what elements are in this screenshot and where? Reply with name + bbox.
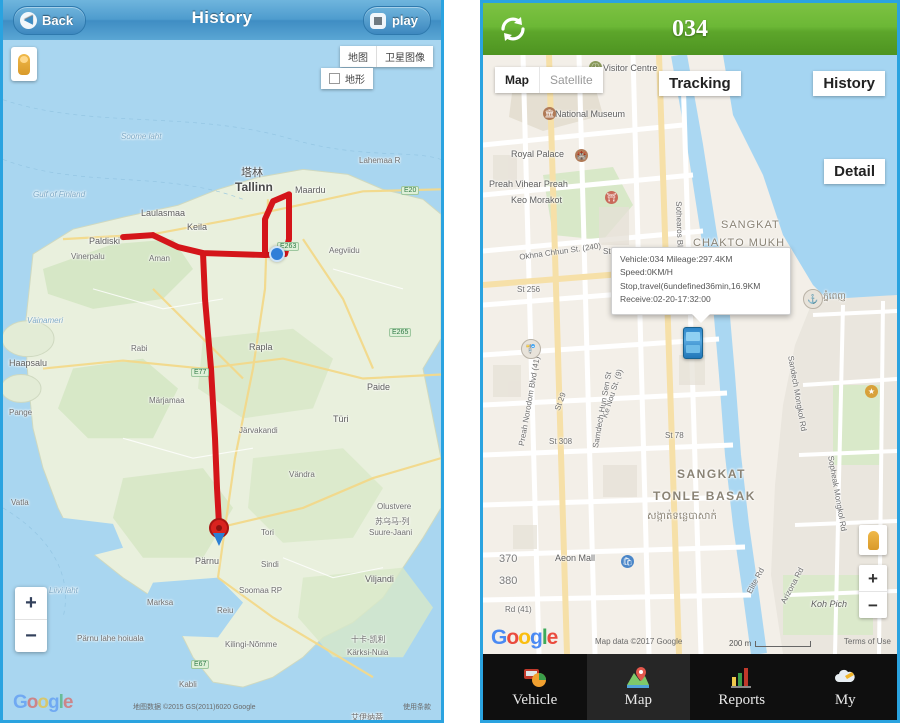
popup-line-stop-travel: Stop,travel(6undefined36min,16.9KM — [620, 280, 761, 291]
left-header-bar: ◀ Back History play — [3, 0, 441, 42]
map-attribution: Map data ©2017 Google — [595, 637, 683, 646]
map-type-satellite[interactable]: 卫星图像 — [377, 46, 433, 67]
route-current-dot — [269, 246, 285, 262]
vehicle-icon — [522, 665, 548, 689]
map-geometry — [3, 99, 441, 688]
zoom-in-button[interactable]: + — [859, 565, 887, 592]
map-attribution: 地图数据 ©2015 GS(2011)6020 Google — [133, 704, 256, 711]
right-header-bar: 034 — [483, 3, 897, 55]
mall-poi-icon: 🛍 — [621, 555, 634, 568]
tab-vehicle-label: Vehicle — [512, 692, 558, 708]
popup-line-vehicle: Vehicle:034 Mileage:297.4KM — [620, 254, 733, 264]
museum-poi-icon: 🏛 — [543, 107, 556, 120]
vehicle-info-popup: Vehicle:034 Mileage:297.4KM Speed:0KM/H … — [611, 247, 791, 323]
landmark-poi-icon: ★ — [865, 385, 878, 398]
zoom-controls[interactable]: + − — [15, 587, 47, 652]
left-phone-panel: ◀ Back History play Soome laht Gulf of F… — [0, 0, 444, 723]
google-watermark: Google — [491, 626, 558, 649]
zoom-in-button[interactable]: + — [15, 587, 47, 620]
stop-square-icon — [369, 12, 386, 29]
zoom-out-button[interactable]: − — [859, 592, 887, 618]
palace-poi-icon: 🏰 — [575, 149, 588, 162]
pegman-street-view-icon[interactable] — [11, 47, 37, 81]
scale-bar-line — [755, 640, 812, 647]
pegman-street-view-icon[interactable] — [859, 525, 887, 555]
right-phone-panel: 034 Visitor Centre National Museum Royal… — [480, 0, 900, 723]
tracking-button[interactable]: Tracking — [659, 71, 741, 96]
tab-my-label: My — [834, 692, 856, 708]
ferry-icon: ⚓ — [803, 289, 823, 309]
popup-line-receive: Receive:02-20-17:32:00 — [620, 294, 711, 305]
play-button[interactable]: play — [362, 6, 431, 35]
route-end-pin — [209, 518, 229, 546]
map-type-satellite[interactable]: Satellite — [539, 67, 603, 93]
bottom-tab-bar[interactable]: Vehicle Map Reports My — [483, 654, 897, 720]
play-button-label: play — [391, 13, 418, 28]
history-button[interactable]: History — [813, 71, 885, 96]
tab-map[interactable]: Map — [586, 654, 690, 720]
map-type-roadmap[interactable]: 地图 — [340, 46, 377, 67]
popup-tip — [692, 313, 710, 323]
map-terms-link[interactable]: 使用条款 — [403, 702, 431, 712]
terrain-label: 地形 — [345, 75, 365, 86]
google-watermark: Google — [13, 692, 73, 713]
tab-reports-label: Reports — [718, 692, 766, 708]
tab-reports[interactable]: Reports — [690, 654, 794, 720]
detail-button[interactable]: Detail — [824, 159, 885, 184]
history-map[interactable]: Soome laht Gulf of Finland Liivi laht Vä… — [3, 40, 441, 720]
screenshot-root: ◀ Back History play Soome laht Gulf of F… — [0, 0, 900, 723]
device-title: 034 — [672, 16, 708, 42]
tab-my[interactable]: My — [794, 654, 898, 720]
temple-poi-icon: ⛩ — [605, 191, 618, 204]
transit-icon: 🚏 — [521, 339, 541, 359]
tracking-map[interactable]: Visitor Centre National Museum Royal Pal… — [483, 55, 897, 654]
tab-map-label: Map — [624, 692, 653, 708]
terrain-checkbox[interactable] — [329, 73, 340, 84]
terrain-toggle[interactable]: 地形 — [321, 68, 373, 89]
reports-chart-icon — [729, 665, 755, 689]
map-terms-link[interactable]: Terms of Use — [844, 637, 891, 646]
map-scale-bar: 200 m — [729, 639, 812, 648]
tab-vehicle[interactable]: Vehicle — [483, 654, 587, 720]
map-pin-icon — [625, 665, 651, 689]
vehicle-marker[interactable] — [683, 327, 703, 359]
map-type-switcher[interactable]: 地图 卫星图像 — [340, 46, 433, 67]
map-scale-label: 200 m — [729, 639, 752, 648]
cloud-icon — [832, 665, 858, 689]
map-type-switcher[interactable]: Map Satellite — [495, 67, 603, 93]
zoom-out-button[interactable]: − — [15, 620, 47, 652]
zoom-controls[interactable]: + − — [859, 565, 887, 618]
popup-line-speed: Speed:0KM/H — [620, 267, 673, 278]
map-type-map[interactable]: Map — [495, 67, 539, 93]
